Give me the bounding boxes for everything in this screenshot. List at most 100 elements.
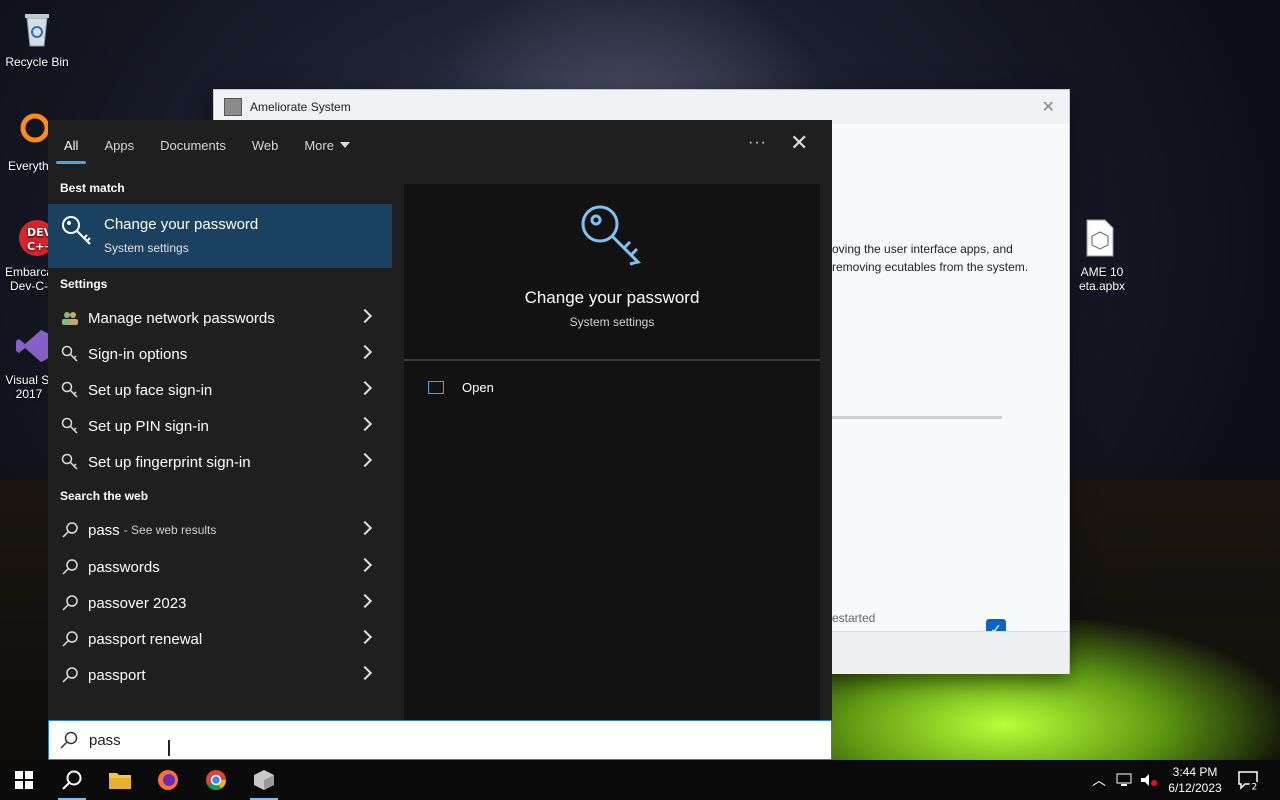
chevron-right-icon[interactable]: [357, 557, 373, 573]
search-icon: [60, 665, 80, 685]
tab-documents[interactable]: Documents: [160, 138, 226, 153]
taskbar-search-button[interactable]: [48, 760, 96, 800]
result-label: passport: [88, 666, 146, 684]
notification-center-button[interactable]: 2: [1236, 768, 1260, 793]
chevron-right-icon[interactable]: [357, 629, 373, 645]
open-action[interactable]: Open: [428, 380, 494, 395]
recycle-bin-icon: [25, 14, 49, 47]
desktop-icon-recycle-bin[interactable]: Recycle Bin: [0, 8, 74, 69]
result-label: passover 2023: [88, 594, 187, 612]
taskbar-chrome[interactable]: [192, 760, 240, 800]
key-icon: [60, 452, 80, 472]
web-result-passport[interactable]: passport: [48, 657, 392, 693]
windows-logo-icon: [15, 771, 33, 789]
taskbar-ameliorate[interactable]: [240, 760, 288, 800]
web-result-passport-renewal[interactable]: passport renewal: [48, 621, 392, 657]
close-icon[interactable]: ✕: [790, 130, 808, 156]
visual-studio-icon: [16, 330, 49, 362]
cube-app-icon: [254, 770, 274, 790]
best-match-item[interactable]: Change your password System settings: [48, 204, 392, 268]
key-icon: [60, 380, 80, 400]
users-icon: [60, 308, 80, 328]
desktop-icon-label: Visual St 2017: [5, 373, 53, 401]
result-manage-network-passwords[interactable]: Manage network passwords: [48, 300, 392, 336]
firefox-icon: [158, 770, 178, 790]
chevron-right-icon[interactable]: [357, 344, 373, 360]
preview-title: Change your password: [524, 288, 700, 307]
search-icon: [60, 593, 80, 613]
chevron-right-icon[interactable]: [357, 380, 373, 396]
progress-bar: [832, 416, 1002, 419]
tab-web[interactable]: Web: [252, 138, 279, 153]
best-match-header: Best match: [60, 181, 125, 195]
close-icon[interactable]: ✕: [1042, 97, 1055, 117]
tab-apps[interactable]: Apps: [104, 138, 134, 153]
folder-icon: [109, 773, 131, 789]
open-label: Open: [462, 380, 494, 395]
settings-header: Settings: [60, 277, 108, 291]
chevron-right-icon[interactable]: [357, 520, 373, 536]
text-cursor-icon: [168, 740, 170, 756]
search-icon: [60, 557, 80, 577]
chevron-right-icon[interactable]: [357, 452, 373, 468]
preview-pane: Change your password System settings Ope…: [404, 184, 820, 720]
result-sign-in-options[interactable]: Sign-in options: [48, 336, 392, 372]
notification-count: 2: [1252, 783, 1258, 793]
result-label: Set up PIN sign-in: [88, 417, 209, 435]
result-label: passwords: [88, 558, 160, 576]
best-match-subtitle: System settings: [104, 241, 189, 255]
result-label: Set up fingerprint sign-in: [88, 453, 251, 471]
network-icon[interactable]: [1116, 773, 1132, 787]
search-icon: [62, 770, 82, 790]
key-icon: [60, 416, 80, 436]
web-result-passwords[interactable]: passwords: [48, 549, 392, 585]
clock-date: 6/12/2023: [1168, 781, 1222, 795]
preview-subtitle: System settings: [569, 315, 655, 329]
taskbar-firefox[interactable]: [144, 760, 192, 800]
search-icon: [60, 731, 78, 749]
search-box[interactable]: [48, 720, 832, 760]
preview-divider: [404, 359, 820, 361]
taskbar: ︿ 3:44 PM 6/12/2023 2: [0, 760, 1280, 800]
desktop-icon-label: AME 10 eta.apbx: [1078, 265, 1126, 293]
search-icon: [60, 629, 80, 649]
search-tabs: All Apps Documents Web More ··· ✕: [48, 120, 832, 170]
volume-muted-icon[interactable]: [1140, 773, 1158, 787]
system-tray: ︿: [1092, 760, 1158, 800]
tab-more[interactable]: More: [304, 138, 350, 153]
result-label: Manage network passwords: [88, 309, 275, 327]
result-fingerprint-sign-in[interactable]: Set up fingerprint sign-in: [48, 444, 392, 480]
web-result-pass[interactable]: pass - See web results: [48, 512, 392, 548]
chrome-icon: [206, 770, 227, 791]
taskbar-file-explorer[interactable]: [96, 760, 144, 800]
taskbar-clock[interactable]: 3:44 PM 6/12/2023: [1162, 764, 1228, 796]
results-list: Best match Change your password System s…: [48, 170, 392, 720]
result-label: Set up face sign-in: [88, 381, 213, 399]
result-face-sign-in[interactable]: Set up face sign-in: [48, 372, 392, 408]
window-title: Ameliorate System: [250, 100, 351, 114]
notification-icon: 2: [1238, 771, 1259, 793]
result-sub-label: - See web results: [123, 523, 217, 537]
more-options-icon[interactable]: ···: [748, 134, 767, 152]
tab-all[interactable]: All: [55, 138, 88, 164]
best-match-title: Change your password: [104, 216, 259, 233]
desktop-icon-ame-apbx[interactable]: AME 10 eta.apbx: [1062, 218, 1136, 293]
search-input[interactable]: [87, 730, 791, 750]
caret-down-icon: [339, 141, 350, 148]
web-result-passover[interactable]: passover 2023: [48, 585, 392, 621]
clock-time: 3:44 PM: [1172, 765, 1218, 779]
start-button[interactable]: [0, 760, 48, 800]
chevron-right-icon[interactable]: [357, 593, 373, 609]
result-pin-sign-in[interactable]: Set up PIN sign-in: [48, 408, 392, 444]
window-titlebar: Ameliorate System ✕: [214, 90, 1069, 124]
tab-more-label: More: [304, 137, 334, 153]
chevron-right-icon[interactable]: [357, 308, 373, 324]
result-label: Sign-in options: [88, 345, 188, 363]
chevron-up-icon[interactable]: ︿: [1092, 770, 1106, 790]
window-description: oving the user interface apps, and remov…: [832, 242, 1029, 274]
result-label: passport renewal: [88, 630, 203, 648]
chevron-right-icon[interactable]: [357, 416, 373, 432]
chevron-right-icon[interactable]: [357, 665, 373, 681]
key-icon: [60, 344, 80, 364]
file-cube-icon: [1086, 219, 1114, 257]
